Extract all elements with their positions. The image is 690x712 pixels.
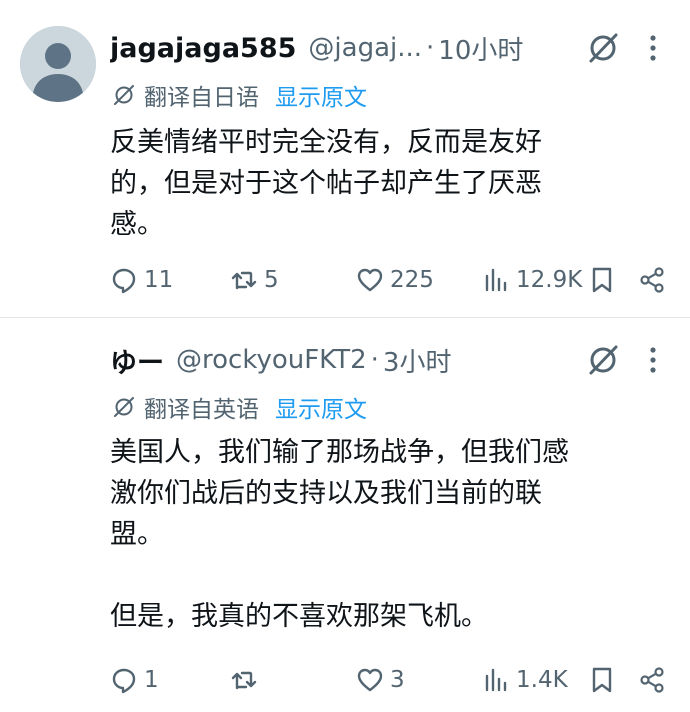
show-original-link[interactable]: 显示原文	[275, 78, 367, 112]
like-count: 225	[390, 267, 434, 293]
translated-from-label: 翻译自日语	[144, 85, 259, 111]
tweet-text-line: 但是，我真的不喜欢那架飞机。	[110, 601, 488, 632]
retweet-button[interactable]	[230, 662, 264, 698]
tweet[interactable]: ゆー @rockyouFKT2 · 3小时 翻译自英语 显示原文 美国人，我们输…	[0, 318, 690, 712]
bookmark-icon	[592, 267, 612, 293]
show-original-link[interactable]: 显示原文	[275, 390, 367, 424]
views-count: 12.9K	[516, 267, 583, 293]
tweet-header: ゆー @rockyouFKT2 · 3小时	[110, 340, 590, 380]
user-handle[interactable]: @rockyouFKT2	[176, 345, 367, 375]
avatar[interactable]	[20, 26, 96, 102]
reply-button[interactable]: 11	[110, 262, 173, 298]
display-name[interactable]: jagajaga585	[110, 33, 296, 64]
reply-count: 11	[144, 267, 174, 293]
like-button[interactable]: 225	[356, 262, 434, 298]
tweet-text-line: 美国人，我们输了那场战争，但我们感	[110, 437, 569, 468]
tweet-text-line: 激你们战后的支持以及我们当前的联	[110, 478, 542, 509]
retweet-icon	[231, 271, 257, 290]
tweet-header: jagajaga585 @jagaj... · 10小时	[110, 28, 590, 68]
bookmark-icon	[592, 667, 612, 693]
separator: ·	[370, 345, 379, 375]
like-button[interactable]: 3	[356, 662, 405, 698]
translation-row: 翻译自英语 显示原文	[112, 390, 367, 424]
like-icon	[357, 668, 383, 692]
timestamp[interactable]: 3小时	[383, 342, 452, 379]
retweet-count: 5	[264, 267, 279, 293]
tweet-text-line: 反美情绪平时完全没有，反而是友好	[110, 127, 542, 158]
action-bar: 1 3 1.4K	[110, 662, 670, 698]
share-icon	[640, 667, 664, 693]
timestamp[interactable]: 10小时	[438, 30, 523, 67]
reply-icon	[112, 668, 136, 694]
display-name[interactable]: ゆー	[110, 341, 164, 380]
reply-count: 1	[144, 667, 159, 693]
translation-row: 翻译自日语 显示原文	[112, 78, 367, 112]
retweet-icon	[231, 671, 257, 690]
tweet-text-line: 感。	[110, 209, 164, 240]
bookmark-button[interactable]	[588, 662, 616, 698]
retweet-button[interactable]: 5	[230, 262, 279, 298]
more-icon[interactable]	[646, 345, 660, 375]
like-count: 3	[390, 667, 405, 693]
like-icon	[357, 268, 383, 292]
grok-icon[interactable]	[586, 31, 620, 65]
tweet-text-line: 的，但是对于这个帖子却产生了厌恶	[110, 168, 542, 199]
separator: ·	[426, 33, 435, 63]
reply-button[interactable]: 1	[110, 662, 159, 698]
translate-icon	[114, 85, 134, 105]
action-bar: 11 5 225 12.9K	[110, 262, 670, 298]
views-button[interactable]: 1.4K	[482, 662, 568, 698]
translated-from-label: 翻译自英语	[144, 397, 259, 423]
tweet-text: 反美情绪平时完全没有，反而是友好 的，但是对于这个帖子却产生了厌恶 感。	[110, 122, 660, 245]
views-count: 1.4K	[516, 667, 568, 693]
grok-icon[interactable]	[586, 343, 620, 377]
share-button[interactable]	[638, 662, 666, 698]
views-icon	[485, 668, 507, 692]
more-icon[interactable]	[646, 33, 660, 63]
tweet-text-line: 盟。	[110, 519, 164, 550]
bookmark-button[interactable]	[588, 262, 616, 298]
reply-icon	[112, 268, 136, 294]
tweet[interactable]: jagajaga585 @jagaj... · 10小时 翻译自日语 显示原文 …	[0, 0, 690, 318]
user-handle[interactable]: @jagaj...	[308, 33, 422, 63]
views-button[interactable]: 12.9K	[482, 262, 582, 298]
share-icon	[640, 267, 664, 293]
tweet-text: 美国人，我们输了那场战争，但我们感 激你们战后的支持以及我们当前的联 盟。 但是…	[110, 432, 660, 637]
translate-icon	[114, 397, 134, 417]
views-icon	[485, 268, 507, 292]
share-button[interactable]	[638, 262, 666, 298]
